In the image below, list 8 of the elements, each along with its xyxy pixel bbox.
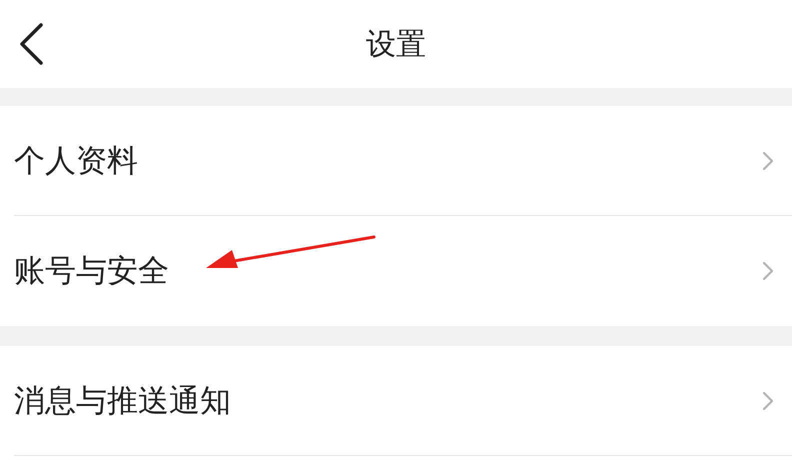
back-icon [18, 23, 44, 65]
row-label: 消息与推送通知 [14, 382, 231, 421]
chevron-right-icon [762, 391, 774, 411]
row-label: 账号与安全 [14, 252, 169, 291]
chevron-right-icon [762, 151, 774, 171]
row-label: 个人资料 [14, 142, 138, 181]
chevron-right-icon [762, 261, 774, 281]
page-title: 设置 [366, 26, 426, 64]
